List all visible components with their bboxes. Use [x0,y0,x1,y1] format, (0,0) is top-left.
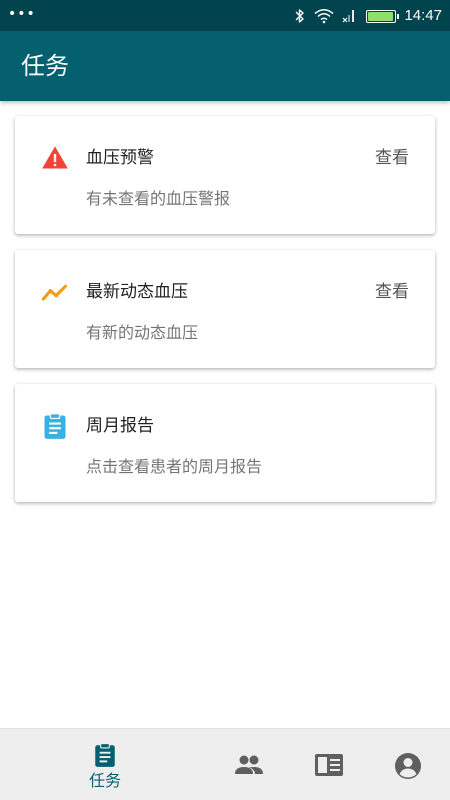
clipboard-icon [95,743,115,767]
page-title: 任务 [21,52,69,80]
people-icon [235,755,263,774]
battery-icon [366,9,400,23]
nav-item-patients[interactable] [228,729,272,800]
task-description: 有未查看的血压警报 [86,189,231,208]
nav-item-tasks[interactable]: 任务 [70,729,140,800]
task-description: 有新的动态血压 [86,323,199,342]
bluetooth-icon [295,9,305,23]
task-card-bp-alert[interactable]: 血压预警 查看 有未查看的血压警报 [15,116,435,234]
app-bar: 任务 [0,31,450,101]
trending-icon [41,284,68,301]
no-signal-icon [343,10,355,23]
report-icon [315,754,343,776]
status-bar: ••• 14:47 [0,0,450,31]
task-card-ambulatory-bp[interactable]: 最新动态血压 查看 有新的动态血压 [15,250,435,368]
status-icons: 14:47 [294,6,442,26]
nav-item-reports[interactable] [308,729,352,800]
task-title: 周月报告 [86,416,154,436]
task-title: 血压预警 [86,148,154,168]
nav-label-tasks: 任务 [88,771,121,790]
task-card-weekly-report[interactable]: 周月报告 点击查看患者的周月报告 [15,384,435,502]
status-time: 14:47 [404,7,442,24]
task-title: 最新动态血压 [86,282,188,302]
view-button[interactable]: 查看 [375,146,409,170]
clipboard-icon [44,413,66,439]
bottom-nav: 任务 [0,728,450,800]
view-button[interactable]: 查看 [375,280,409,304]
notification-dots: ••• [8,6,36,22]
nav-item-profile[interactable] [388,729,432,800]
battery-level [368,11,394,21]
wifi-icon [314,9,334,24]
warning-icon [42,146,68,169]
app-screen: ••• 14:47 任务 血压预警 查看 有未查看的血压警报 最新动态血压 查看… [0,0,450,800]
account-icon [395,753,421,779]
task-description: 点击查看患者的周月报告 [86,457,263,476]
